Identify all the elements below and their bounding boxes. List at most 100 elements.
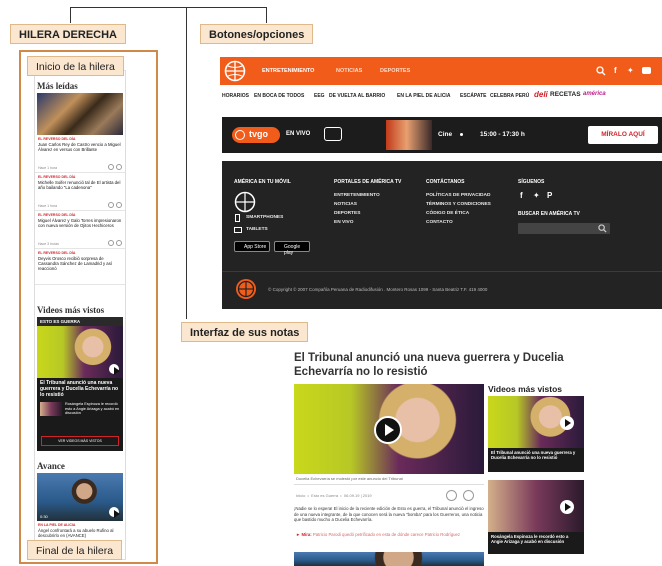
footer-contact-link[interactable]: TÉRMINOS Y CONDICIONES <box>426 202 491 207</box>
footer-portal-link[interactable]: NOTICIAS <box>334 202 357 207</box>
news-title[interactable]: Deyvis Orosco recibió sorpresa de Cassan… <box>38 256 122 272</box>
video-card[interactable]: El Tribunal anunció una nueva guerrera y… <box>488 396 584 472</box>
footer-portal-link[interactable]: EN VIVO <box>334 220 353 225</box>
avance-thumbnail[interactable]: 0:30 <box>37 473 123 521</box>
footer-divider <box>222 271 662 272</box>
watch-here-button[interactable]: MÍRALO AQUÍ <box>588 126 658 144</box>
next-video-thumbnail[interactable] <box>294 552 484 566</box>
subnav-escapate[interactable]: ESCÁPATE <box>460 93 486 99</box>
subnav-de-vuelta-al-barrio[interactable]: DE VUELTA AL BARRIO <box>329 93 385 99</box>
connector-line <box>266 7 267 23</box>
facebook-icon[interactable]: f <box>614 66 617 75</box>
news-time: Hace 3 horas <box>38 242 59 246</box>
twitter-icon[interactable] <box>116 164 122 170</box>
news-title[interactable]: Juan Carlos Rey de Castro vencio a Migue… <box>38 142 122 152</box>
play-icon[interactable] <box>560 500 574 514</box>
connector-line <box>70 7 266 8</box>
play-icon[interactable] <box>560 416 574 430</box>
twitter-icon[interactable]: ✦ <box>533 191 540 200</box>
video-card-thumbnail[interactable] <box>488 480 584 532</box>
twitter-icon[interactable] <box>116 202 122 208</box>
news-item[interactable]: EL REVERSO DEL DÍA Michelle Soifer renun… <box>35 173 125 211</box>
subnav-celebra-peru[interactable]: CELEBRA PERÚ <box>490 93 529 99</box>
pinterest-icon[interactable]: P <box>547 191 552 200</box>
news-category: EL REVERSO DEL DÍA <box>38 251 76 255</box>
more-videos-button[interactable]: VER VIDEOS MÁS VISTOS <box>41 436 119 446</box>
america-logo-icon[interactable] <box>224 60 246 82</box>
read-more-link[interactable]: Patricio Parodi quedó petrificado en est… <box>313 532 460 537</box>
video-card-title[interactable]: Rosángela Espinoza le recordó esto a Ang… <box>488 532 584 554</box>
video-small-title[interactable]: Rosángela Espinoza le recordó esto a Ang… <box>65 402 120 416</box>
america-logo-icon <box>236 279 256 299</box>
footer-search-heading: BUSCAR EN AMÉRICA TV <box>518 211 580 217</box>
subnav-eeg[interactable]: EEG <box>314 93 325 99</box>
footer-contact-link[interactable]: POLÍTICAS DE PRIVACIDAD <box>426 193 490 198</box>
video-title[interactable]: El Tribunal anunció una nueva guerrera y… <box>37 378 123 400</box>
facebook-icon[interactable] <box>108 164 114 170</box>
news-category: EL REVERSO DEL DÍA <box>38 175 76 179</box>
subnav-en-la-piel-de-alicia[interactable]: EN LA PIEL DE ALICIA <box>397 93 450 99</box>
news-item[interactable]: EL REVERSO DEL DÍA Deyvis Orosco recibió… <box>35 249 125 285</box>
program-schedule: 15:00 - 17:30 h <box>480 131 525 138</box>
search-icon[interactable] <box>598 224 607 233</box>
news-title[interactable]: Miguel Álvarez y Galo Torres impresionar… <box>38 218 122 228</box>
program-dot <box>460 133 463 136</box>
play-icon[interactable] <box>109 364 120 375</box>
footer-follow-heading: SÍGUENOS <box>518 179 545 185</box>
footer-portals-heading: PORTALES DE AMÉRICA TV <box>334 179 402 185</box>
subnav-horarios[interactable]: HORARIOS <box>222 93 249 99</box>
google-play-badge[interactable]: Google play <box>274 241 310 256</box>
subnav-deli-logo[interactable]: deli <box>534 90 548 99</box>
video-small-thumbnail[interactable] <box>40 402 62 416</box>
most-read-heading: Más leídas <box>37 81 78 91</box>
youtube-icon[interactable] <box>642 67 651 74</box>
facebook-icon[interactable] <box>108 202 114 208</box>
footer-smartphones[interactable]: SMARTPHONES <box>246 215 283 220</box>
avance-title[interactable]: Ángel confrontará a su abuelo Rufino al … <box>35 527 125 539</box>
news-category: EL REVERSO DEL DÍA <box>38 137 76 141</box>
news-item[interactable]: EL REVERSO DEL DÍA Juan Carlos Rey de Ca… <box>35 135 125 173</box>
footer-copyright: © Copyright © 2007 Compañía Peruana de R… <box>268 287 488 292</box>
news-title[interactable]: Michelle Soifer renunció tal de El artis… <box>38 180 122 190</box>
play-icon[interactable] <box>109 507 120 518</box>
footer-search-input[interactable] <box>518 223 610 234</box>
article-videos-heading: Videos más vistos <box>488 384 563 394</box>
article-video-player[interactable] <box>294 384 484 474</box>
caption-divider <box>294 484 484 485</box>
footer-portal-link[interactable]: ENTRETENIMIENTO <box>334 193 380 198</box>
tablet-icon <box>234 227 242 233</box>
search-icon[interactable] <box>596 66 606 76</box>
globe-icon <box>234 191 256 213</box>
video-card-title[interactable]: El Tribunal anunció una nueva guerrera y… <box>488 448 584 472</box>
article-body: ¡Nadie se lo espera! El inicio de la rec… <box>294 506 484 523</box>
footer-tablets[interactable]: TABLETS <box>246 227 268 232</box>
video-card-thumbnail[interactable] <box>488 396 584 448</box>
app-store-badge[interactable]: App Store <box>234 241 270 252</box>
tvgo-logo[interactable]: tvgo <box>232 127 280 143</box>
twitter-icon[interactable] <box>116 240 122 246</box>
live-tv-icon[interactable] <box>324 127 342 141</box>
program-thumbnail[interactable] <box>386 120 432 150</box>
subnav-america-logo[interactable]: américa <box>583 91 606 97</box>
connector-line <box>186 7 187 319</box>
twitter-share-icon[interactable] <box>463 490 474 501</box>
footer-contact-link[interactable]: CONTACTO <box>426 220 453 225</box>
subnav-recetas[interactable]: RECETAS <box>550 91 581 98</box>
video-card[interactable]: Rosángela Espinoza le recordó esto a Ang… <box>488 480 584 554</box>
facebook-icon[interactable] <box>108 240 114 246</box>
footer-mobile-heading: AMÉRICA EN TU MÓVIL <box>234 179 291 185</box>
facebook-icon[interactable]: f <box>520 191 523 200</box>
twitter-icon[interactable]: ✦ <box>627 66 634 75</box>
footer-portal-link[interactable]: DEPORTES <box>334 211 360 216</box>
video-small-item[interactable]: Rosángela Espinoza le recordó esto a Ang… <box>37 400 123 418</box>
nav-entretenimiento[interactable]: ENTRETENIMIENTO <box>262 68 314 74</box>
subnav-en-boca-de-todos[interactable]: EN BOCA DE TODOS <box>254 93 304 99</box>
facebook-share-icon[interactable] <box>446 490 457 501</box>
nav-noticias[interactable]: NOTICIAS <box>336 68 362 74</box>
program-name: Cine <box>438 131 453 138</box>
news-item[interactable]: EL REVERSO DEL DÍA Miguel Álvarez y Galo… <box>35 211 125 249</box>
nav-deportes[interactable]: DEPORTES <box>380 68 410 74</box>
read-more[interactable]: ► Mira: Patricio Parodi quedó petrificad… <box>296 532 484 537</box>
footer-contact-link[interactable]: CÓDIGO DE ÉTICA <box>426 211 469 216</box>
video-thumbnail[interactable] <box>37 326 123 378</box>
